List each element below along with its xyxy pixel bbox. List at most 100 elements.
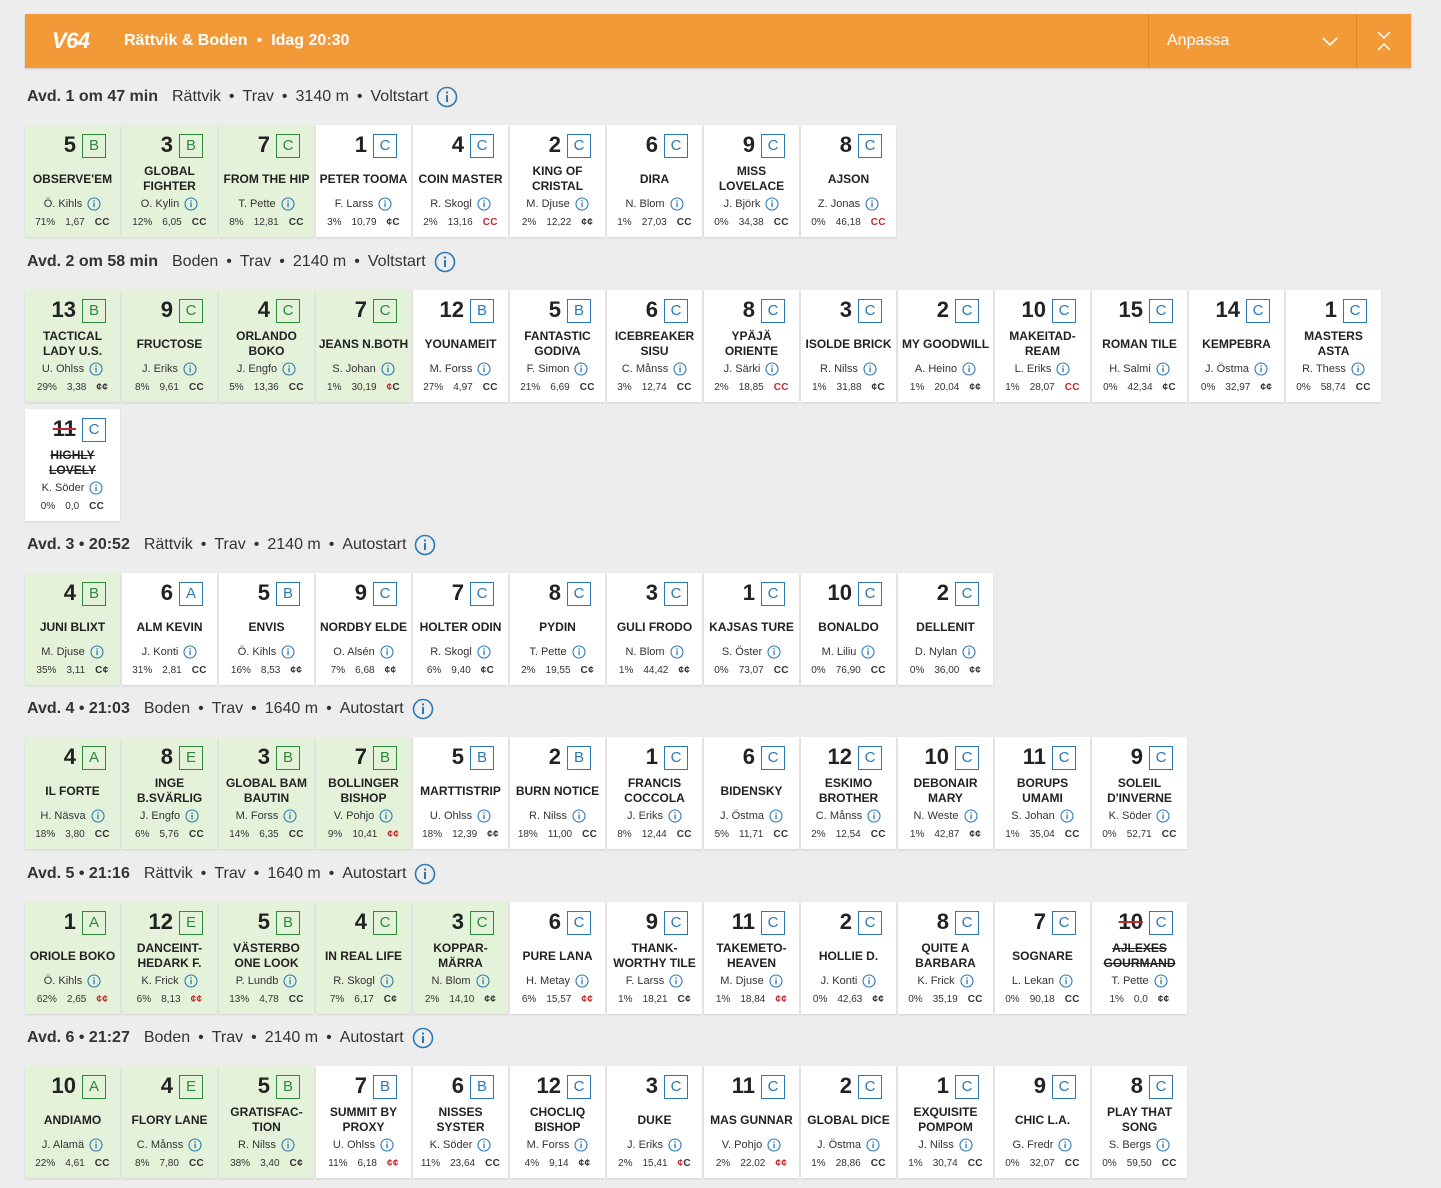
driver-info-icon[interactable]: [1060, 809, 1074, 823]
horse-card[interactable]: 2 C DELLENIT D. Nylan 0% 36,00 ¢¢: [898, 573, 993, 685]
horse-card[interactable]: 2 C KING OF CRISTAL M. Djuse 2% 12,22 ¢¢: [510, 125, 605, 237]
driver-info-icon[interactable]: [962, 645, 976, 659]
driver-info-icon[interactable]: [769, 974, 783, 988]
horse-card[interactable]: 4 A IL FORTE H. Näsva 18% 3,80 CC: [25, 737, 120, 849]
horse-card[interactable]: 1 C KAJSAS TURE S. Öster 0% 73,07 CC: [704, 573, 799, 685]
driver-info-icon[interactable]: [1059, 974, 1073, 988]
horse-card[interactable]: 7 B BOLLINGER BISHOP V. Pohjo 9% 10,41 ¢¢: [316, 737, 411, 849]
driver-info-icon[interactable]: [574, 362, 588, 376]
horse-card[interactable]: 5 B FANTASTIC GODIVA F. Simon 21% 6,69 CC: [510, 290, 605, 402]
horse-card[interactable]: 5 B VÄSTERBO ONE LOOK P. Lundb 13% 4,78 CC: [219, 902, 314, 1014]
horse-card[interactable]: 1 C FRANCIS COCCOLA J. Eriks 8% 12,44 CC: [607, 737, 702, 849]
driver-info-icon[interactable]: [283, 974, 297, 988]
horse-card[interactable]: 9 C NORDBY ELDE O. Alsén 7% 6,68 ¢¢: [316, 573, 411, 685]
driver-info-icon[interactable]: [477, 197, 491, 211]
driver-info-icon[interactable]: [765, 197, 779, 211]
driver-info-icon[interactable]: [1351, 362, 1365, 376]
horse-card[interactable]: 6 B NISSES SYSTER K. Söder 11% 23,64 CC: [413, 1066, 508, 1178]
driver-info-icon[interactable]: [89, 362, 103, 376]
driver-info-icon[interactable]: [379, 809, 393, 823]
driver-info-icon[interactable]: [963, 809, 978, 823]
driver-info-icon[interactable]: [861, 645, 875, 659]
horse-card[interactable]: 7 C HOLTER ODIN R. Skogl 6% 9,40 ¢C: [413, 573, 508, 685]
driver-info-icon[interactable]: [188, 1138, 202, 1152]
driver-info-icon[interactable]: [1056, 362, 1070, 376]
driver-info-icon[interactable]: [1058, 1138, 1073, 1152]
horse-card[interactable]: 3 C DUKE J. Eriks 2% 15,41 ¢C: [607, 1066, 702, 1178]
horse-card[interactable]: 10 C MAKEITAD-REAM L. Eriks 1% 28,07 CC: [995, 290, 1090, 402]
horse-card[interactable]: 7 C SOGNARE L. Lekan 0% 90,18 CC: [995, 902, 1090, 1014]
horse-card[interactable]: 3 C GULI FRODO N. Blom 1% 44,42 ¢¢: [607, 573, 702, 685]
driver-info-icon[interactable]: [867, 809, 881, 823]
horse-card[interactable]: 4 C COIN MASTER R. Skogl 2% 13,16 CC: [413, 125, 508, 237]
race-info-icon[interactable]: [434, 251, 456, 273]
horse-card[interactable]: 2 B BURN NOTICE R. Nilss 18% 11,00 CC: [510, 737, 605, 849]
horse-card[interactable]: 10 C DEBONAIR MARY N. Weste 1% 42,87 ¢¢: [898, 737, 993, 849]
driver-info-icon[interactable]: [1154, 974, 1168, 988]
driver-info-icon[interactable]: [765, 362, 779, 376]
driver-info-icon[interactable]: [1156, 362, 1170, 376]
driver-info-icon[interactable]: [962, 362, 976, 376]
horse-card[interactable]: 8 C PLAY THAT SONG S. Bergs 0% 59,50 CC: [1092, 1066, 1187, 1178]
driver-info-icon[interactable]: [575, 197, 589, 211]
driver-info-icon[interactable]: [380, 645, 394, 659]
race-info-icon[interactable]: [412, 1027, 434, 1049]
horse-card[interactable]: 5 B OBSERVE'EM Ö. Kihls 71% 1,67 CC: [25, 125, 120, 237]
driver-info-icon[interactable]: [184, 974, 198, 988]
driver-info-icon[interactable]: [183, 645, 197, 659]
horse-card[interactable]: 9 C MISS LOVELACE J. Björk 0% 34,38 CC: [704, 125, 799, 237]
horse-card[interactable]: 12 E DANCEINT-HEDARK F. K. Frick 6% 8,13 ¢¢: [122, 902, 217, 1014]
driver-info-icon[interactable]: [281, 645, 295, 659]
horse-card[interactable]: 3 C ISOLDE BRICK R. Nilss 1% 31,88 ¢C: [801, 290, 896, 402]
horse-card[interactable]: 11 C MAS GUNNAR V. Pohjo 2% 22,02 ¢¢: [704, 1066, 799, 1178]
driver-info-icon[interactable]: [572, 645, 586, 659]
driver-info-icon[interactable]: [476, 974, 490, 988]
horse-card[interactable]: 2 C GLOBAL DICE J. Östma 1% 28,86 CC: [801, 1066, 896, 1178]
horse-card[interactable]: 7 C FROM THE HIP T. Pette 8% 12,81 CC: [219, 125, 314, 237]
driver-info-icon[interactable]: [380, 1138, 394, 1152]
driver-info-icon[interactable]: [673, 362, 687, 376]
horse-card[interactable]: 9 C FRUCTOSE J. Eriks 8% 9,61 CC: [122, 290, 217, 402]
driver-info-icon[interactable]: [185, 809, 199, 823]
horse-card[interactable]: 1 C PETER TOOMA F. Larss 3% 10,79 ¢C: [316, 125, 411, 237]
driver-info-icon[interactable]: [767, 1138, 781, 1152]
driver-info-icon[interactable]: [477, 362, 491, 376]
horse-card[interactable]: 6 C ICEBREAKER SISU C. Månss 3% 12,74 CC: [607, 290, 702, 402]
driver-info-icon[interactable]: [90, 645, 104, 659]
horse-card[interactable]: 3 B GLOBAL FIGHTER O. Kylin 12% 6,05 CC: [122, 125, 217, 237]
horse-card[interactable]: 8 E INGE B.SVÄRLIG J. Engfo 6% 5,76 CC: [122, 737, 217, 849]
driver-info-icon[interactable]: [184, 197, 198, 211]
horse-card[interactable]: 3 C KOPPAR-MÄRRA N. Blom 2% 14,10 ¢¢: [413, 902, 508, 1014]
horse-card[interactable]: 9 C CHIC L.A. G. Fredr 0% 32,07 CC: [995, 1066, 1090, 1178]
driver-info-icon[interactable]: [477, 645, 491, 659]
customize-dropdown[interactable]: Anpassa: [1148, 14, 1356, 68]
horse-card[interactable]: 13 B TACTICAL LADY U.S. U. Ohlss 29% 3,38 ¢¢: [25, 290, 120, 402]
horse-card[interactable]: 9 C THANK-WORTHY TILE F. Larss 1% 18,21 C¢: [607, 902, 702, 1014]
horse-card[interactable]: 14 C KEMPEBRA J. Östma 0% 32,97 ¢¢: [1189, 290, 1284, 402]
horse-card[interactable]: 1 A ORIOLE BOKO Ö. Kihls 62% 2,65 ¢¢: [25, 902, 120, 1014]
race-info-icon[interactable]: [414, 863, 436, 885]
horse-card[interactable]: 6 A ALM KEVIN J. Konti 31% 2,81 CC: [122, 573, 217, 685]
driver-info-icon[interactable]: [960, 974, 974, 988]
driver-info-icon[interactable]: [670, 645, 684, 659]
horse-card[interactable]: 1 C EXQUISITE POMPOM J. Nilss 1% 30,74 CC: [898, 1066, 993, 1178]
collapse-button[interactable]: [1356, 14, 1411, 68]
horse-card[interactable]: 10 C BONALDO M. Liliu 0% 76,90 CC: [801, 573, 896, 685]
driver-info-icon[interactable]: [572, 809, 586, 823]
horse-card[interactable]: 6 C PURE LANA H. Metay 6% 15,57 ¢¢: [510, 902, 605, 1014]
horse-card[interactable]: 4 C ORLANDO BOKO J. Engfo 5% 13,36 CC: [219, 290, 314, 402]
driver-info-icon[interactable]: [862, 974, 876, 988]
horse-card[interactable]: 11 C TAKEMETO-HEAVEN M. Djuse 1% 18,84 ¢¢: [704, 902, 799, 1014]
horse-card[interactable]: 7 B SUMMIT BY PROXY U. Ohlss 11% 6,18 ¢¢: [316, 1066, 411, 1178]
horse-card[interactable]: 10 C AJLEXES GOURMAND T. Pette 1% 0,0 ¢¢: [1092, 902, 1187, 1014]
driver-info-icon[interactable]: [477, 1138, 491, 1152]
horse-card[interactable]: 8 C PYDIN T. Pette 2% 19,55 C¢: [510, 573, 605, 685]
driver-info-icon[interactable]: [380, 974, 394, 988]
horse-card[interactable]: 4 C IN REAL LIFE R. Skogl 7% 6,17 C¢: [316, 902, 411, 1014]
horse-card[interactable]: 6 C BIDENSKY J. Östma 5% 11,71 CC: [704, 737, 799, 849]
horse-card[interactable]: 8 C YPÄJÄ ORIENTE J. Särki 2% 18,85 CC: [704, 290, 799, 402]
driver-info-icon[interactable]: [1156, 1138, 1170, 1152]
horse-card[interactable]: 12 C ESKIMO BROTHER C. Månss 2% 12,54 CC: [801, 737, 896, 849]
horse-card[interactable]: 11 C BORUPS UMAMI S. Johan 1% 35,04 CC: [995, 737, 1090, 849]
driver-info-icon[interactable]: [865, 197, 879, 211]
